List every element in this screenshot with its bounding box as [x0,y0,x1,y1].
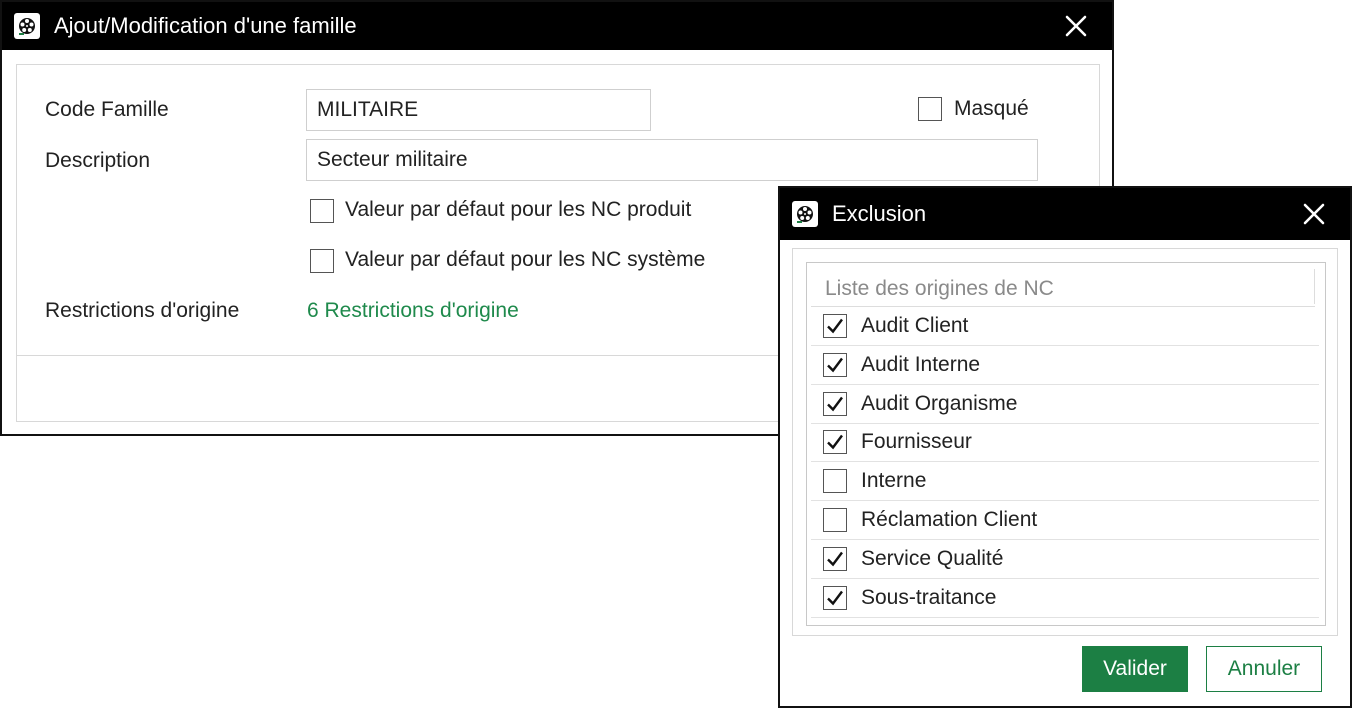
code-famille-input[interactable]: MILITAIRE [306,89,651,131]
default-nc-systeme-label: Valeur par défaut pour les NC système [345,248,706,271]
code-famille-label: Code Famille [45,98,169,121]
origin-checkbox[interactable] [823,391,847,416]
film-reel-icon [14,13,40,39]
checkmark-icon [827,357,843,373]
masque-label: Masqué [954,97,1029,120]
origin-checkbox[interactable] [823,430,847,455]
list-item[interactable]: Sous-traitance [811,579,1319,618]
list-item[interactable]: Service Qualité [811,540,1319,579]
annuler-button[interactable]: Annuler [1206,646,1322,692]
origin-checkbox[interactable] [823,585,847,610]
checkmark-icon [827,435,843,450]
header-divider [1314,269,1315,304]
restrictions-link[interactable]: 6 Restrictions d'origine [307,299,519,323]
list-item[interactable]: Réclamation Client [811,501,1319,540]
exclusion-titlebar: Exclusion [780,188,1350,240]
origin-label: Audit Organisme [861,391,1018,415]
origin-label: Réclamation Client [861,508,1038,531]
close-icon[interactable] [1300,200,1328,228]
origin-label: Audit Interne [861,352,981,376]
checkmark-icon [827,318,843,334]
origin-label: Sous-traitance [861,585,997,609]
checkmark-icon [827,551,843,567]
restrictions-label: Restrictions d'origine [45,299,240,322]
origin-checkbox[interactable] [823,469,847,494]
origins-list-header: Liste des origines de NC [811,267,1315,307]
checkmark-icon [827,396,843,411]
main-dialog-titlebar: Ajout/Modification d'une famille [2,2,1112,50]
list-item[interactable]: Audit Interne [811,346,1319,385]
origin-label: Interne [861,469,927,493]
main-dialog-title: Ajout/Modification d'une famille [54,13,357,38]
film-reel-icon [792,201,818,227]
list-item[interactable]: Fournisseur [811,423,1319,463]
checkmark-icon [827,590,843,605]
description-label: Description [45,149,151,172]
default-nc-produit-label: Valeur par défaut pour les NC produit [345,198,692,221]
origin-label: Service Qualité [861,546,1004,570]
list-item[interactable]: Interne [811,462,1319,502]
origin-checkbox[interactable] [823,352,847,377]
default-nc-produit-checkbox[interactable] [310,199,334,223]
origin-checkbox[interactable] [823,508,847,532]
origin-checkbox[interactable] [823,546,847,571]
exclusion-dialog: Exclusion Liste des origines de NC Audit… [778,186,1352,708]
list-item[interactable]: Audit Organisme [811,385,1319,424]
masque-checkbox[interactable] [918,97,942,121]
origin-label: Fournisseur [861,430,972,454]
default-nc-systeme-checkbox[interactable] [310,249,334,273]
origin-checkbox[interactable] [823,314,847,338]
origin-label: Audit Client [861,314,969,337]
list-item[interactable]: Audit Client [811,307,1319,346]
valider-button[interactable]: Valider [1082,646,1188,692]
origins-header-label: Liste des origines de NC [825,277,1054,300]
description-input[interactable]: Secteur militaire [306,139,1038,181]
exclusion-title: Exclusion [832,201,927,226]
close-icon[interactable] [1062,12,1090,40]
origins-list: Liste des origines de NC Audit Client Aud… [806,262,1326,626]
